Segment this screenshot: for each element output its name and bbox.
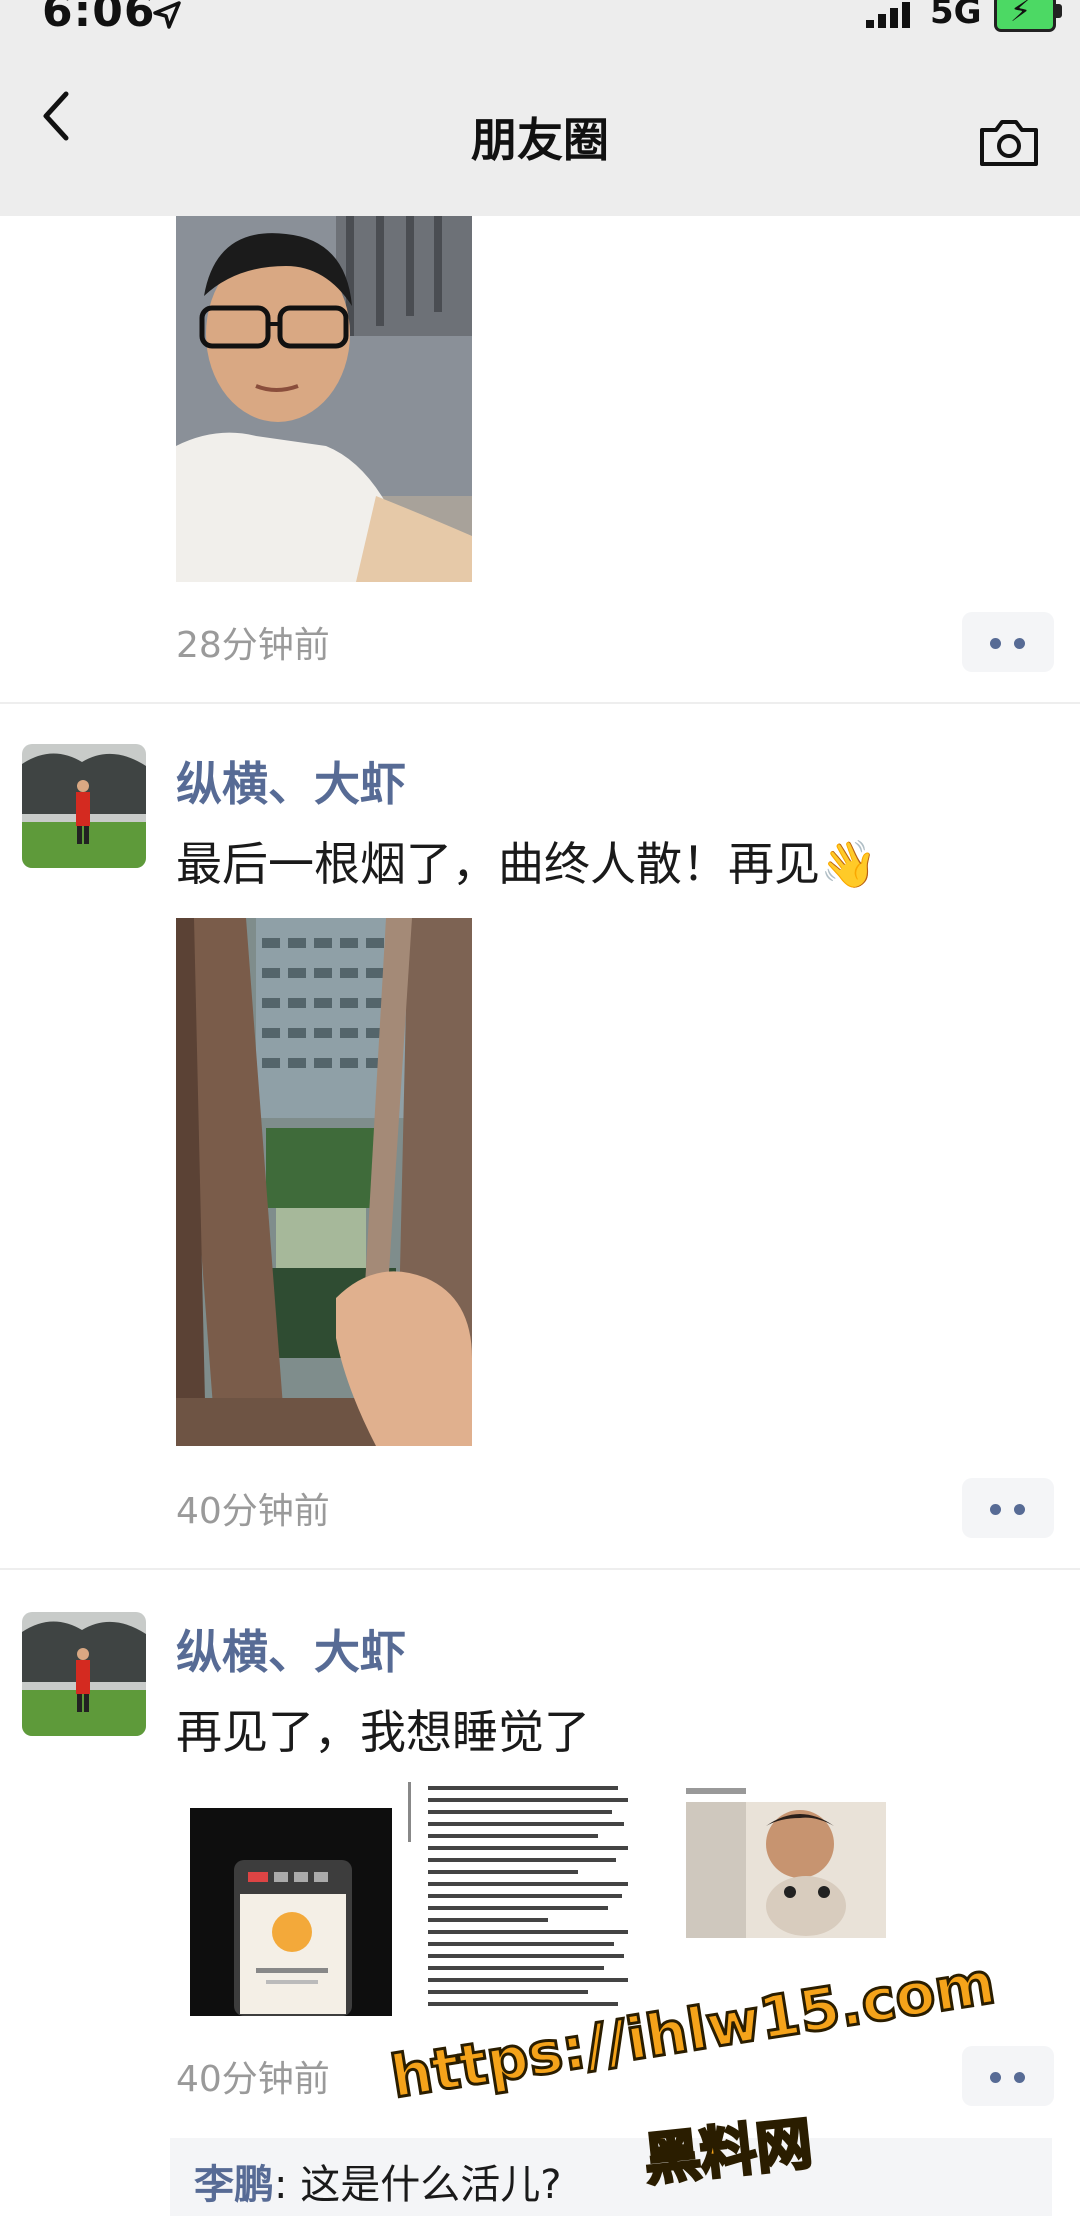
comment-user[interactable]: 李鹏 bbox=[194, 2162, 274, 2208]
camera-icon[interactable] bbox=[978, 118, 1040, 168]
post-timestamp: 40分钟前 bbox=[176, 1491, 330, 1532]
charging-icon: ⚡ bbox=[1010, 0, 1032, 29]
comment-separator: : bbox=[274, 2162, 301, 2208]
avatar[interactable] bbox=[22, 744, 146, 868]
more-options-button[interactable] bbox=[962, 2046, 1054, 2106]
post-photo-selfie[interactable] bbox=[176, 216, 472, 582]
post-text: 最后一根烟了，曲终人散！再见👋 bbox=[176, 828, 877, 894]
status-time: 6:06 bbox=[42, 0, 156, 37]
battery-tip bbox=[1056, 4, 1062, 18]
page-title: 朋友圈 bbox=[471, 113, 609, 167]
post-text-content: 最后一根烟了，曲终人散！再见 bbox=[176, 837, 820, 891]
post-username[interactable]: 纵横、大虾 bbox=[176, 1616, 406, 1682]
post-photo-balcony[interactable] bbox=[176, 918, 472, 1446]
post-timestamp: 28分钟前 bbox=[176, 625, 330, 666]
post-photo-text-document[interactable] bbox=[408, 1782, 640, 2016]
location-arrow-icon bbox=[153, 1, 181, 29]
waving-hand-icon: 👋 bbox=[820, 837, 878, 891]
post-username[interactable]: 纵横、大虾 bbox=[176, 748, 406, 814]
network-label: 5G bbox=[930, 0, 982, 32]
post-divider bbox=[0, 1568, 1080, 1570]
post-photo-phone[interactable] bbox=[190, 1808, 392, 2016]
more-options-button[interactable] bbox=[962, 612, 1054, 672]
comment-text: 这是什么活儿? bbox=[300, 2162, 562, 2208]
avatar[interactable] bbox=[22, 1612, 146, 1736]
comment-section: 李鹏: 这是什么活儿? bbox=[170, 2138, 1052, 2216]
post-timestamp: 40分钟前 bbox=[176, 2059, 330, 2100]
post-divider bbox=[0, 702, 1080, 704]
signal-icon bbox=[866, 2, 910, 28]
more-options-button[interactable] bbox=[962, 1478, 1054, 1538]
post-text: 再见了，我想睡觉了 bbox=[176, 1705, 590, 1759]
status-bar: 6:06 5G ⚡ bbox=[0, 0, 1080, 40]
